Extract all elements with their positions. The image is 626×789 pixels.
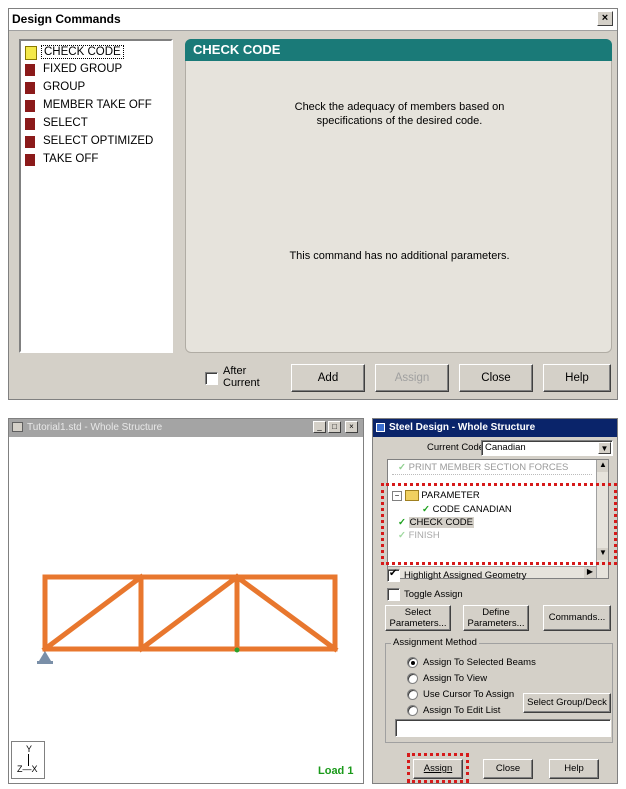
axis-zx-label: Z—X [17, 764, 38, 774]
folder-icon [25, 46, 37, 60]
define-parameters-button[interactable]: Define Parameters... [463, 605, 529, 631]
load-label: Load 1 [318, 765, 354, 777]
button-line: Define [482, 607, 510, 618]
select-group-deck-button[interactable]: Select Group/Deck [523, 693, 611, 713]
command-label: SELECT OPTIMIZED [43, 135, 154, 147]
radio-label: Use Cursor To Assign [423, 689, 515, 700]
steel-design-titlebar: Steel Design - Whole Structure [373, 419, 617, 437]
help-button[interactable]: Help [549, 759, 599, 779]
tree-item-print-member[interactable]: ✓ PRINT MEMBER SECTION FORCES [398, 462, 568, 473]
window-icon [12, 422, 23, 432]
radio-label: Assign To Selected Beams [423, 657, 536, 668]
scroll-right-icon[interactable]: ▶ [584, 567, 596, 578]
current-code-select[interactable]: Canadian ▼ [481, 440, 613, 456]
command-list: CHECK CODE FIXED GROUP GROUP MEMBER TAKE… [19, 39, 173, 353]
command-label: GROUP [43, 81, 86, 93]
tree-item-label: PRINT MEMBER SECTION FORCES [408, 462, 569, 473]
pin-support [39, 651, 51, 661]
panel-icon [376, 423, 385, 432]
command-detail-panel: CHECK CODE Check the adequacy of members… [185, 39, 612, 353]
current-code-value: Canadian [485, 442, 526, 453]
chevron-down-icon[interactable]: ▼ [598, 442, 611, 454]
truss-member [137, 573, 241, 653]
button-line: Select [404, 607, 432, 618]
radio-assign-selected-beams[interactable] [407, 657, 418, 668]
dialog-titlebar: Design Commands × [9, 9, 617, 31]
command-label: TAKE OFF [43, 153, 99, 165]
radio-label: Assign To View [423, 673, 488, 684]
command-label: CHECK CODE [41, 45, 124, 59]
close-button[interactable]: Close [483, 759, 533, 779]
close-icon[interactable]: × [345, 421, 358, 433]
after-current-line: After [223, 365, 247, 377]
design-commands-dialog: Design Commands × CHECK CODE FIXED GROUP… [8, 8, 618, 400]
add-button[interactable]: Add [291, 364, 365, 392]
panel-title: CHECK CODE [185, 39, 612, 61]
commands-button[interactable]: Commands... [543, 605, 611, 631]
highlight-annotation [381, 483, 617, 565]
folder-icon [25, 100, 35, 112]
folder-icon [25, 118, 35, 130]
description-line: Check the adequacy of members based on [294, 101, 505, 113]
toggle-assign-label: Toggle Assign [404, 589, 463, 600]
button-line: Parameters... [467, 618, 525, 629]
after-current-checkbox[interactable] [205, 372, 218, 385]
radio-use-cursor[interactable] [407, 689, 418, 700]
radio-assign-to-view[interactable] [407, 673, 418, 684]
highlight-geometry-checkbox[interactable] [387, 568, 400, 582]
axis-triad: Y Z—X [11, 741, 45, 779]
scroll-up-icon[interactable]: ▲ [597, 460, 608, 472]
after-current-line: Current [223, 377, 260, 389]
description-line: specifications of the desired code. [316, 115, 483, 127]
support-base [37, 661, 53, 664]
current-code-label: Current Code: [427, 442, 487, 453]
highlight-geometry-label: Highlight Assigned Geometry [404, 570, 527, 581]
steel-design-panel: Steel Design - Whole Structure Current C… [372, 418, 618, 784]
minimize-icon[interactable]: _ [313, 421, 326, 433]
selected-node [234, 647, 240, 653]
assign-button[interactable]: Assign [375, 364, 449, 392]
assignment-method-label: Assignment Method [391, 637, 479, 648]
radio-assign-edit-list[interactable] [407, 705, 418, 716]
select-parameters-button[interactable]: Select Parameters... [385, 605, 451, 631]
check-icon: ✓ [398, 462, 406, 473]
truss-drawing[interactable] [9, 437, 363, 737]
command-label: SELECT [43, 117, 88, 129]
folder-icon [25, 136, 35, 148]
folder-icon [25, 64, 35, 76]
structure-window: Tutorial1.std - Whole Structure _ □ × Y … [8, 418, 364, 784]
steel-design-title: Steel Design - Whole Structure [389, 422, 536, 433]
axis-y-label: Y [26, 744, 33, 754]
after-current-label: After Current [223, 365, 260, 389]
edit-list-field[interactable] [395, 719, 611, 737]
folder-icon [25, 154, 35, 166]
no-parameters-text: This command has no additional parameter… [289, 250, 510, 262]
command-description: Check the adequacy of members based on s… [216, 100, 583, 128]
tree-divider [392, 474, 592, 478]
button-line: Parameters... [389, 618, 447, 629]
structure-title: Tutorial1.std - Whole Structure [27, 422, 163, 433]
close-icon[interactable]: × [597, 11, 613, 26]
radio-label: Assign To Edit List [423, 705, 501, 716]
toggle-assign-checkbox[interactable] [387, 588, 400, 601]
help-button[interactable]: Help [543, 364, 611, 392]
assign-button[interactable]: Assign [413, 759, 463, 779]
command-label: FIXED GROUP [43, 63, 123, 75]
folder-icon [25, 82, 35, 94]
structure-titlebar: Tutorial1.std - Whole Structure _ □ × [9, 419, 363, 437]
maximize-icon[interactable]: □ [328, 421, 341, 433]
command-label: MEMBER TAKE OFF [43, 99, 152, 111]
truss-member [41, 573, 145, 653]
truss-member [233, 573, 339, 653]
dialog-title: Design Commands [12, 12, 121, 26]
close-button[interactable]: Close [459, 364, 533, 392]
